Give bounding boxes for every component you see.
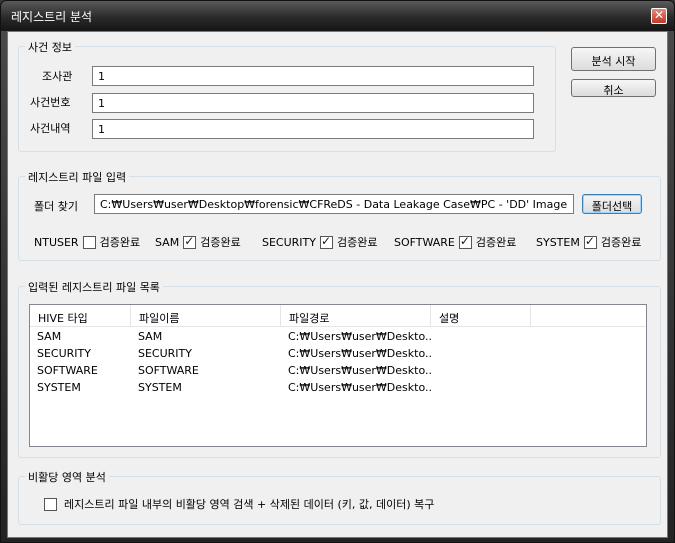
list-header: HIVE 타입 파일이름 파일경로 설명 — [30, 305, 646, 327]
system-hive-label: SYSTEM — [536, 235, 580, 249]
unallocated-group-label: 비활당 영역 분석 — [25, 469, 109, 485]
investigator-label: 조사관 — [42, 70, 73, 83]
case-number-label: 사건번호 — [30, 96, 71, 109]
close-icon[interactable]: ✕ — [651, 8, 667, 24]
title-bar[interactable]: 레지스트리 분석 ✕ — [1, 1, 674, 31]
software-hive-label: SOFTWARE — [394, 235, 455, 249]
folder-path-field[interactable]: C:₩Users₩user₩Desktop₩forensic₩CFReDS - … — [94, 194, 574, 214]
case-details-label: 사건내역 — [30, 122, 71, 135]
dialog-client-area: 사건 정보 조사관 1 사건번호 1 사건내역 1 분석 시작 취소 레지스트리… — [7, 31, 668, 538]
security-checkbox[interactable] — [320, 234, 333, 249]
list-item[interactable]: SAM SAM C:₩Users₩user₩Deskto... — [30, 327, 646, 344]
system-verified-label: 검증완료 — [600, 236, 642, 249]
file-list-group-label: 입력된 레지스트리 파일 목록 — [25, 279, 163, 295]
cell-name: SOFTWARE — [138, 364, 199, 377]
list-item[interactable]: SOFTWARE SOFTWARE C:₩Users₩user₩Deskto..… — [30, 361, 646, 378]
software-checkbox[interactable] — [458, 234, 472, 249]
cell-hive: SECURITY — [37, 347, 91, 360]
ntuser-checkbox[interactable] — [82, 235, 96, 249]
case-number-field[interactable]: 1 — [92, 93, 534, 113]
cancel-button[interactable]: 취소 — [571, 79, 656, 97]
cell-desc — [431, 327, 531, 344]
sam-verified-label: 검증완료 — [200, 236, 241, 249]
dialog-window: 레지스트리 분석 ✕ 사건 정보 조사관 1 사건번호 1 사건내역 1 분석 … — [0, 0, 675, 543]
cell-hive: SAM — [37, 330, 62, 343]
sam-checkbox[interactable] — [183, 234, 197, 249]
column-header-description[interactable]: 설명 — [431, 305, 531, 326]
window-title: 레지스트리 분석 — [11, 10, 93, 24]
column-header-file-path[interactable]: 파일경로 — [281, 305, 431, 326]
system-checkbox[interactable] — [583, 234, 597, 249]
folder-select-button[interactable]: 폴더선택 — [582, 194, 642, 214]
unallocated-option: 레지스트리 파일 내부의 비활당 영역 검색 + 삭제된 데이터 (키, 값, … — [40, 496, 434, 512]
unallocated-checkbox[interactable] — [44, 497, 57, 511]
investigator-field[interactable]: 1 — [92, 66, 534, 86]
ntuser-verified-label: 검증완료 — [99, 236, 141, 249]
cell-name: SAM — [138, 330, 163, 343]
cell-path: C:₩Users₩user₩Deskto... — [288, 330, 431, 343]
cell-path: C:₩Users₩user₩Deskto... — [288, 381, 431, 394]
cell-desc — [431, 344, 531, 361]
sam-check-item: SAM 검증완료 — [155, 234, 241, 250]
software-verified-label: 검증완료 — [475, 236, 517, 249]
cell-hive: SYSTEM — [37, 381, 81, 394]
system-check-item: SYSTEM 검증완료 — [536, 234, 641, 250]
folder-find-label: 폴더 찾기 — [34, 200, 78, 213]
list-item[interactable]: SECURITY SECURITY C:₩Users₩user₩Deskto..… — [30, 344, 646, 361]
cell-path: C:₩Users₩user₩Deskto... — [288, 364, 431, 377]
list-item[interactable]: SYSTEM SYSTEM C:₩Users₩user₩Deskto... — [30, 378, 646, 395]
security-check-item: SECURITY 검증완료 — [262, 234, 377, 250]
sam-hive-label: SAM — [155, 235, 180, 249]
security-hive-label: SECURITY — [262, 235, 316, 249]
case-info-group-label: 사건 정보 — [25, 39, 75, 55]
cell-hive: SOFTWARE — [37, 364, 98, 377]
cell-name: SECURITY — [138, 347, 192, 360]
cell-name: SYSTEM — [138, 381, 182, 394]
cell-desc — [431, 378, 531, 395]
software-check-item: SOFTWARE 검증완료 — [394, 234, 516, 250]
column-header-file-name[interactable]: 파일이름 — [131, 305, 281, 326]
column-header-hive-type[interactable]: HIVE 타입 — [30, 305, 131, 326]
unallocated-option-label: 레지스트리 파일 내부의 비활당 영역 검색 + 삭제된 데이터 (키, 값, … — [64, 498, 435, 511]
security-verified-label: 검증완료 — [337, 236, 378, 249]
registry-input-group-label: 레지스트리 파일 입력 — [25, 169, 130, 185]
cell-path: C:₩Users₩user₩Deskto... — [288, 347, 431, 360]
registry-file-list[interactable]: HIVE 타입 파일이름 파일경로 설명 SAM SAM C:₩Users₩us… — [29, 304, 647, 447]
ntuser-hive-label: NTUSER — [34, 235, 79, 249]
ntuser-check-item: NTUSER 검증완료 — [34, 234, 140, 250]
cell-desc — [431, 361, 531, 378]
case-details-field[interactable]: 1 — [92, 119, 534, 139]
start-analysis-button[interactable]: 분석 시작 — [571, 47, 656, 71]
